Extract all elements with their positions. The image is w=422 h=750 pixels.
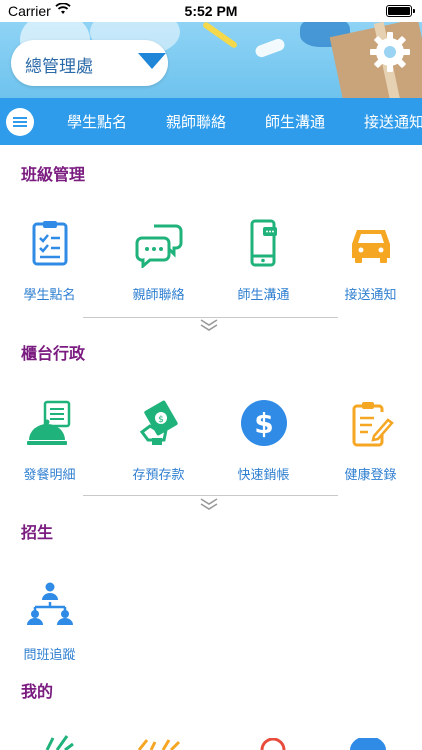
tab-pickup-notice[interactable]: 接送通知 [364,111,422,132]
grid-item-label: 快速銷帳 [237,468,290,483]
status-bar: Carrier 5:52 PM [0,0,422,22]
grid-item-label: 接送通知 [344,288,397,303]
section-divider [83,495,338,496]
grid-item-inquiry-tracking[interactable]: 問班追蹤 [2,578,97,663]
clock: 5:52 PM [184,3,238,19]
phone-message-icon [250,219,277,267]
partial-red-icon[interactable] [258,738,288,750]
header-banner: 總管理處 [0,22,422,98]
tab-teacher-student-communication[interactable]: 師生溝通 [265,111,325,132]
gear-icon[interactable] [368,30,412,74]
svg-text:$: $ [158,415,164,425]
dollar-coin-icon: $ [240,400,287,446]
grid-item-health-registration[interactable]: 健康登錄 [323,398,418,483]
tab-student-roll-call[interactable]: 學生點名 [67,111,127,132]
grid-item-label: 親師聯絡 [132,288,185,303]
grid-item-teacher-student-communication[interactable]: 師生溝通 [216,218,311,303]
grid-item-quick-write-off[interactable]: $ 快速銷帳 [216,398,311,483]
people-network-icon [26,582,73,625]
grid-item-parent-teacher-contact[interactable]: 親師聯絡 [111,218,206,303]
grid-item-label: 學生點名 [23,288,76,303]
meal-cloche-icon [26,400,70,445]
location-selector-value: 總管理處 [25,57,93,77]
grid-item-label: 師生溝通 [237,288,290,303]
grid-item-label: 發餐明細 [23,468,76,483]
chevron-down-icon[interactable] [199,497,219,511]
partial-blue-icon[interactable] [348,738,388,750]
chat-bubbles-icon [135,224,182,270]
clipboard-checklist-icon [32,221,67,266]
section-title-front-desk-admin: 櫃台行政 [21,344,86,363]
grid-item-meal-details[interactable]: 發餐明細 [2,398,97,483]
svg-text:$: $ [254,407,273,440]
car-icon [351,230,390,263]
grid-item-pickup-notice[interactable]: 接送通知 [323,218,418,303]
partial-orange-icon[interactable] [135,738,185,750]
grid-item-label: 存預存款 [132,468,185,483]
location-selector[interactable]: 總管理處 [11,40,168,86]
partial-green-icon[interactable] [27,733,77,750]
section-title-class-management: 班級管理 [21,165,86,184]
grid-item-label: 問班追蹤 [23,648,76,663]
chevron-down-icon [138,53,166,69]
clipboard-pen-icon [352,402,394,447]
section-title-mine: 我的 [21,682,54,701]
grid-item-deposit-savings[interactable]: $ 存預存款 [111,398,206,483]
battery-icon [386,5,415,17]
top-tab-bar: 學生點名 親師聯絡 師生溝通 接送通知 [0,98,422,145]
tab-parent-teacher-contact[interactable]: 親師聯絡 [166,111,226,132]
section-title-enrollment: 招生 [21,523,54,542]
grid-item-student-roll-call[interactable]: 學生點名 [2,218,97,303]
chevron-down-icon[interactable] [199,318,219,332]
menu-icon[interactable] [6,108,34,136]
cash-hand-icon: $ [139,400,178,445]
grid-item-label: 健康登錄 [344,468,397,483]
